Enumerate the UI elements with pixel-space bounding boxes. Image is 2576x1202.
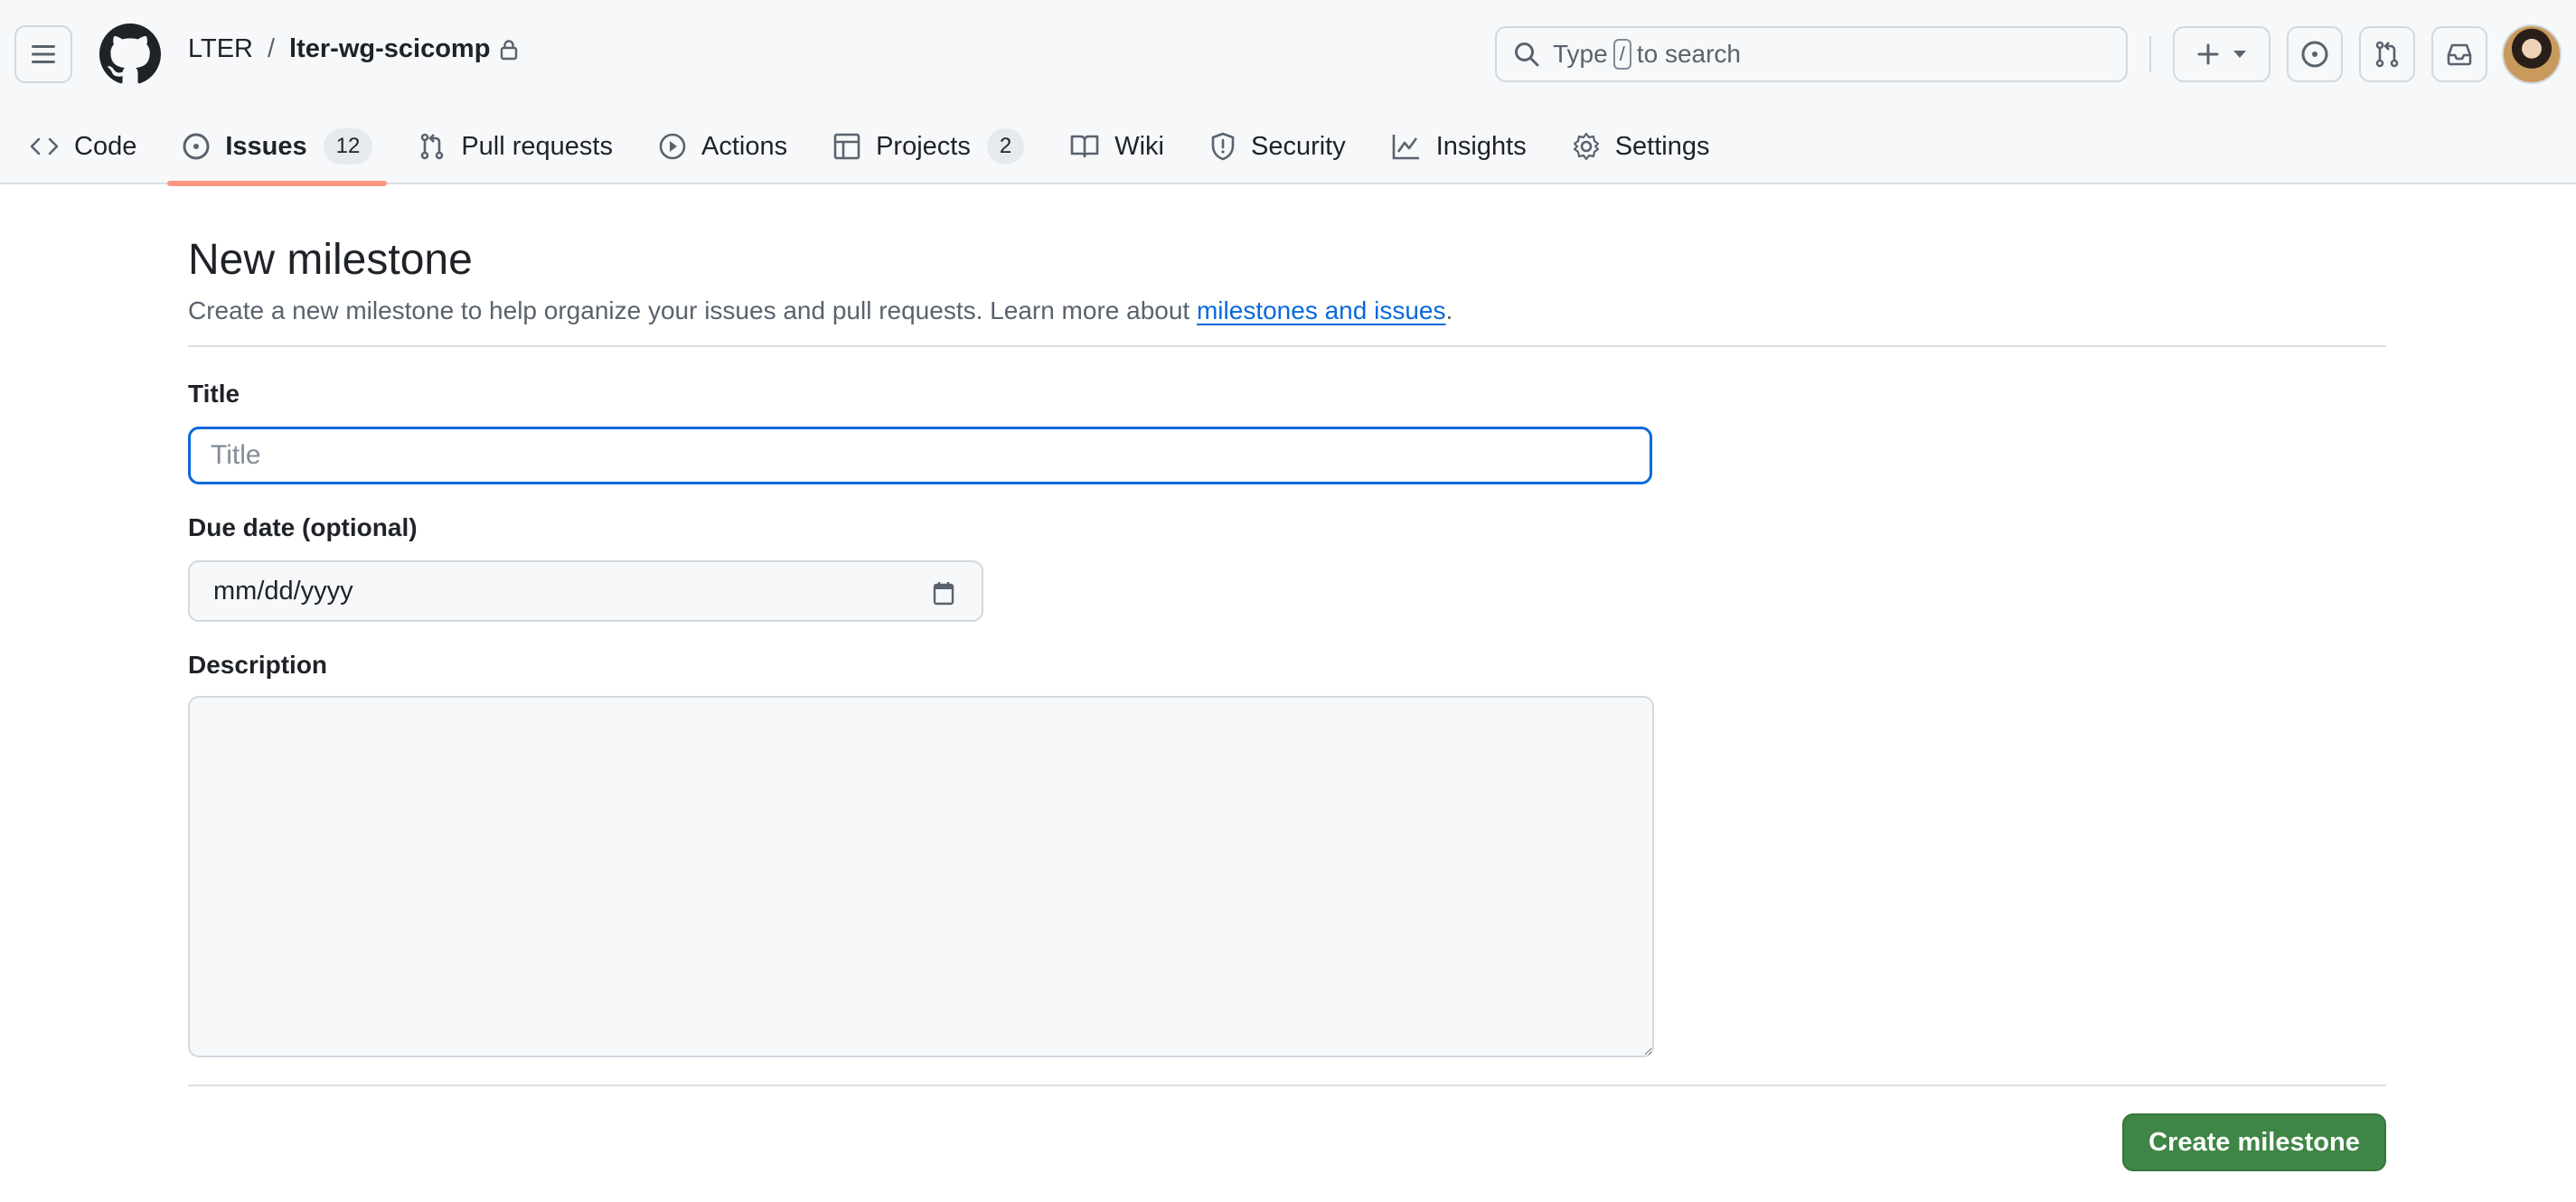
code-icon: [30, 137, 59, 155]
inbox-button[interactable]: [2431, 26, 2487, 82]
play-icon: [659, 133, 686, 160]
plus-icon: [2197, 43, 2219, 65]
header-divider: [188, 345, 2386, 347]
subtitle-end: .: [1445, 296, 1453, 324]
page-title: New milestone: [188, 236, 473, 284]
your-issues-button[interactable]: [2287, 26, 2343, 82]
book-icon: [1070, 135, 1099, 158]
inbox-icon: [2447, 43, 2472, 66]
due-date-placeholder: mm/dd/yyyy: [213, 576, 353, 606]
tab-issues[interactable]: Issues 12: [167, 108, 388, 186]
page-subtitle: Create a new milestone to help organize …: [188, 296, 1453, 325]
tab-label: Code: [74, 131, 137, 161]
menu-icon: [32, 45, 55, 63]
gear-icon: [1573, 132, 1599, 161]
search-shortcut-key: /: [1612, 39, 1631, 70]
lock-icon: [499, 39, 519, 61]
search-icon: [1515, 42, 1539, 67]
tab-projects[interactable]: Projects 2: [818, 108, 1039, 184]
tab-code[interactable]: Code: [14, 108, 151, 184]
search-prefix: Type: [1553, 40, 1608, 68]
menu-button[interactable]: [14, 25, 72, 83]
search-suffix: to search: [1636, 40, 1741, 68]
description-label: Description: [188, 651, 328, 679]
tab-label: Wiki: [1114, 131, 1164, 161]
subtitle-text: Create a new milestone to help organize …: [188, 296, 1197, 324]
due-date-input[interactable]: mm/dd/yyyy: [188, 560, 983, 622]
tab-pull-requests[interactable]: Pull requests: [403, 108, 627, 184]
git-pull-request-icon: [2375, 41, 2399, 68]
tab-actions[interactable]: Actions: [644, 108, 802, 184]
tab-label: Insights: [1435, 131, 1527, 161]
due-date-label: Due date (optional): [188, 513, 418, 541]
table-icon: [833, 133, 860, 160]
tab-label: Settings: [1614, 131, 1710, 161]
breadcrumb-repo[interactable]: lter-wg-scicomp: [289, 34, 490, 64]
milestones-help-link[interactable]: milestones and issues: [1197, 296, 1445, 324]
issues-count-badge: 12: [323, 128, 373, 164]
tab-label: Projects: [876, 131, 971, 161]
projects-count-badge: 2: [986, 128, 1025, 164]
description-textarea[interactable]: [188, 696, 1654, 1057]
tab-insights[interactable]: Insights: [1377, 108, 1541, 184]
tab-settings[interactable]: Settings: [1557, 108, 1725, 184]
title-input[interactable]: [188, 427, 1652, 484]
header-divider: [2149, 36, 2151, 72]
app-header: LTER / lter-wg-scicomp Type / to search: [0, 0, 2576, 186]
calendar-icon[interactable]: [933, 580, 954, 606]
git-pull-request-icon: [421, 133, 444, 160]
tab-wiki[interactable]: Wiki: [1055, 108, 1179, 184]
breadcrumb-owner[interactable]: LTER: [188, 34, 253, 64]
avatar[interactable]: [2502, 24, 2562, 84]
form-divider: [188, 1085, 2386, 1086]
tab-label: Actions: [700, 131, 788, 161]
create-new-button[interactable]: [2173, 26, 2270, 82]
tab-label: Issues: [225, 131, 307, 161]
issue-opened-icon: [183, 133, 210, 160]
tab-security[interactable]: Security: [1195, 108, 1360, 184]
title-label: Title: [188, 380, 240, 408]
breadcrumb: LTER / lter-wg-scicomp: [188, 34, 519, 64]
repo-nav: Code Issues 12 Pull requests Actions Pro…: [14, 108, 1741, 186]
triangle-down-icon: [2233, 51, 2246, 58]
global-header: LTER / lter-wg-scicomp Type / to search: [0, 0, 2576, 108]
tab-label: Security: [1250, 131, 1346, 161]
your-pull-requests-button[interactable]: [2359, 26, 2415, 82]
issue-opened-icon: [2301, 41, 2328, 68]
create-milestone-button[interactable]: Create milestone: [2122, 1113, 2386, 1171]
shield-icon: [1211, 132, 1235, 161]
tab-label: Pull requests: [461, 131, 613, 161]
graph-icon: [1392, 135, 1419, 160]
breadcrumb-separator: /: [267, 34, 276, 63]
github-logo[interactable]: [99, 23, 161, 85]
search-input[interactable]: Type / to search: [1495, 26, 2128, 82]
